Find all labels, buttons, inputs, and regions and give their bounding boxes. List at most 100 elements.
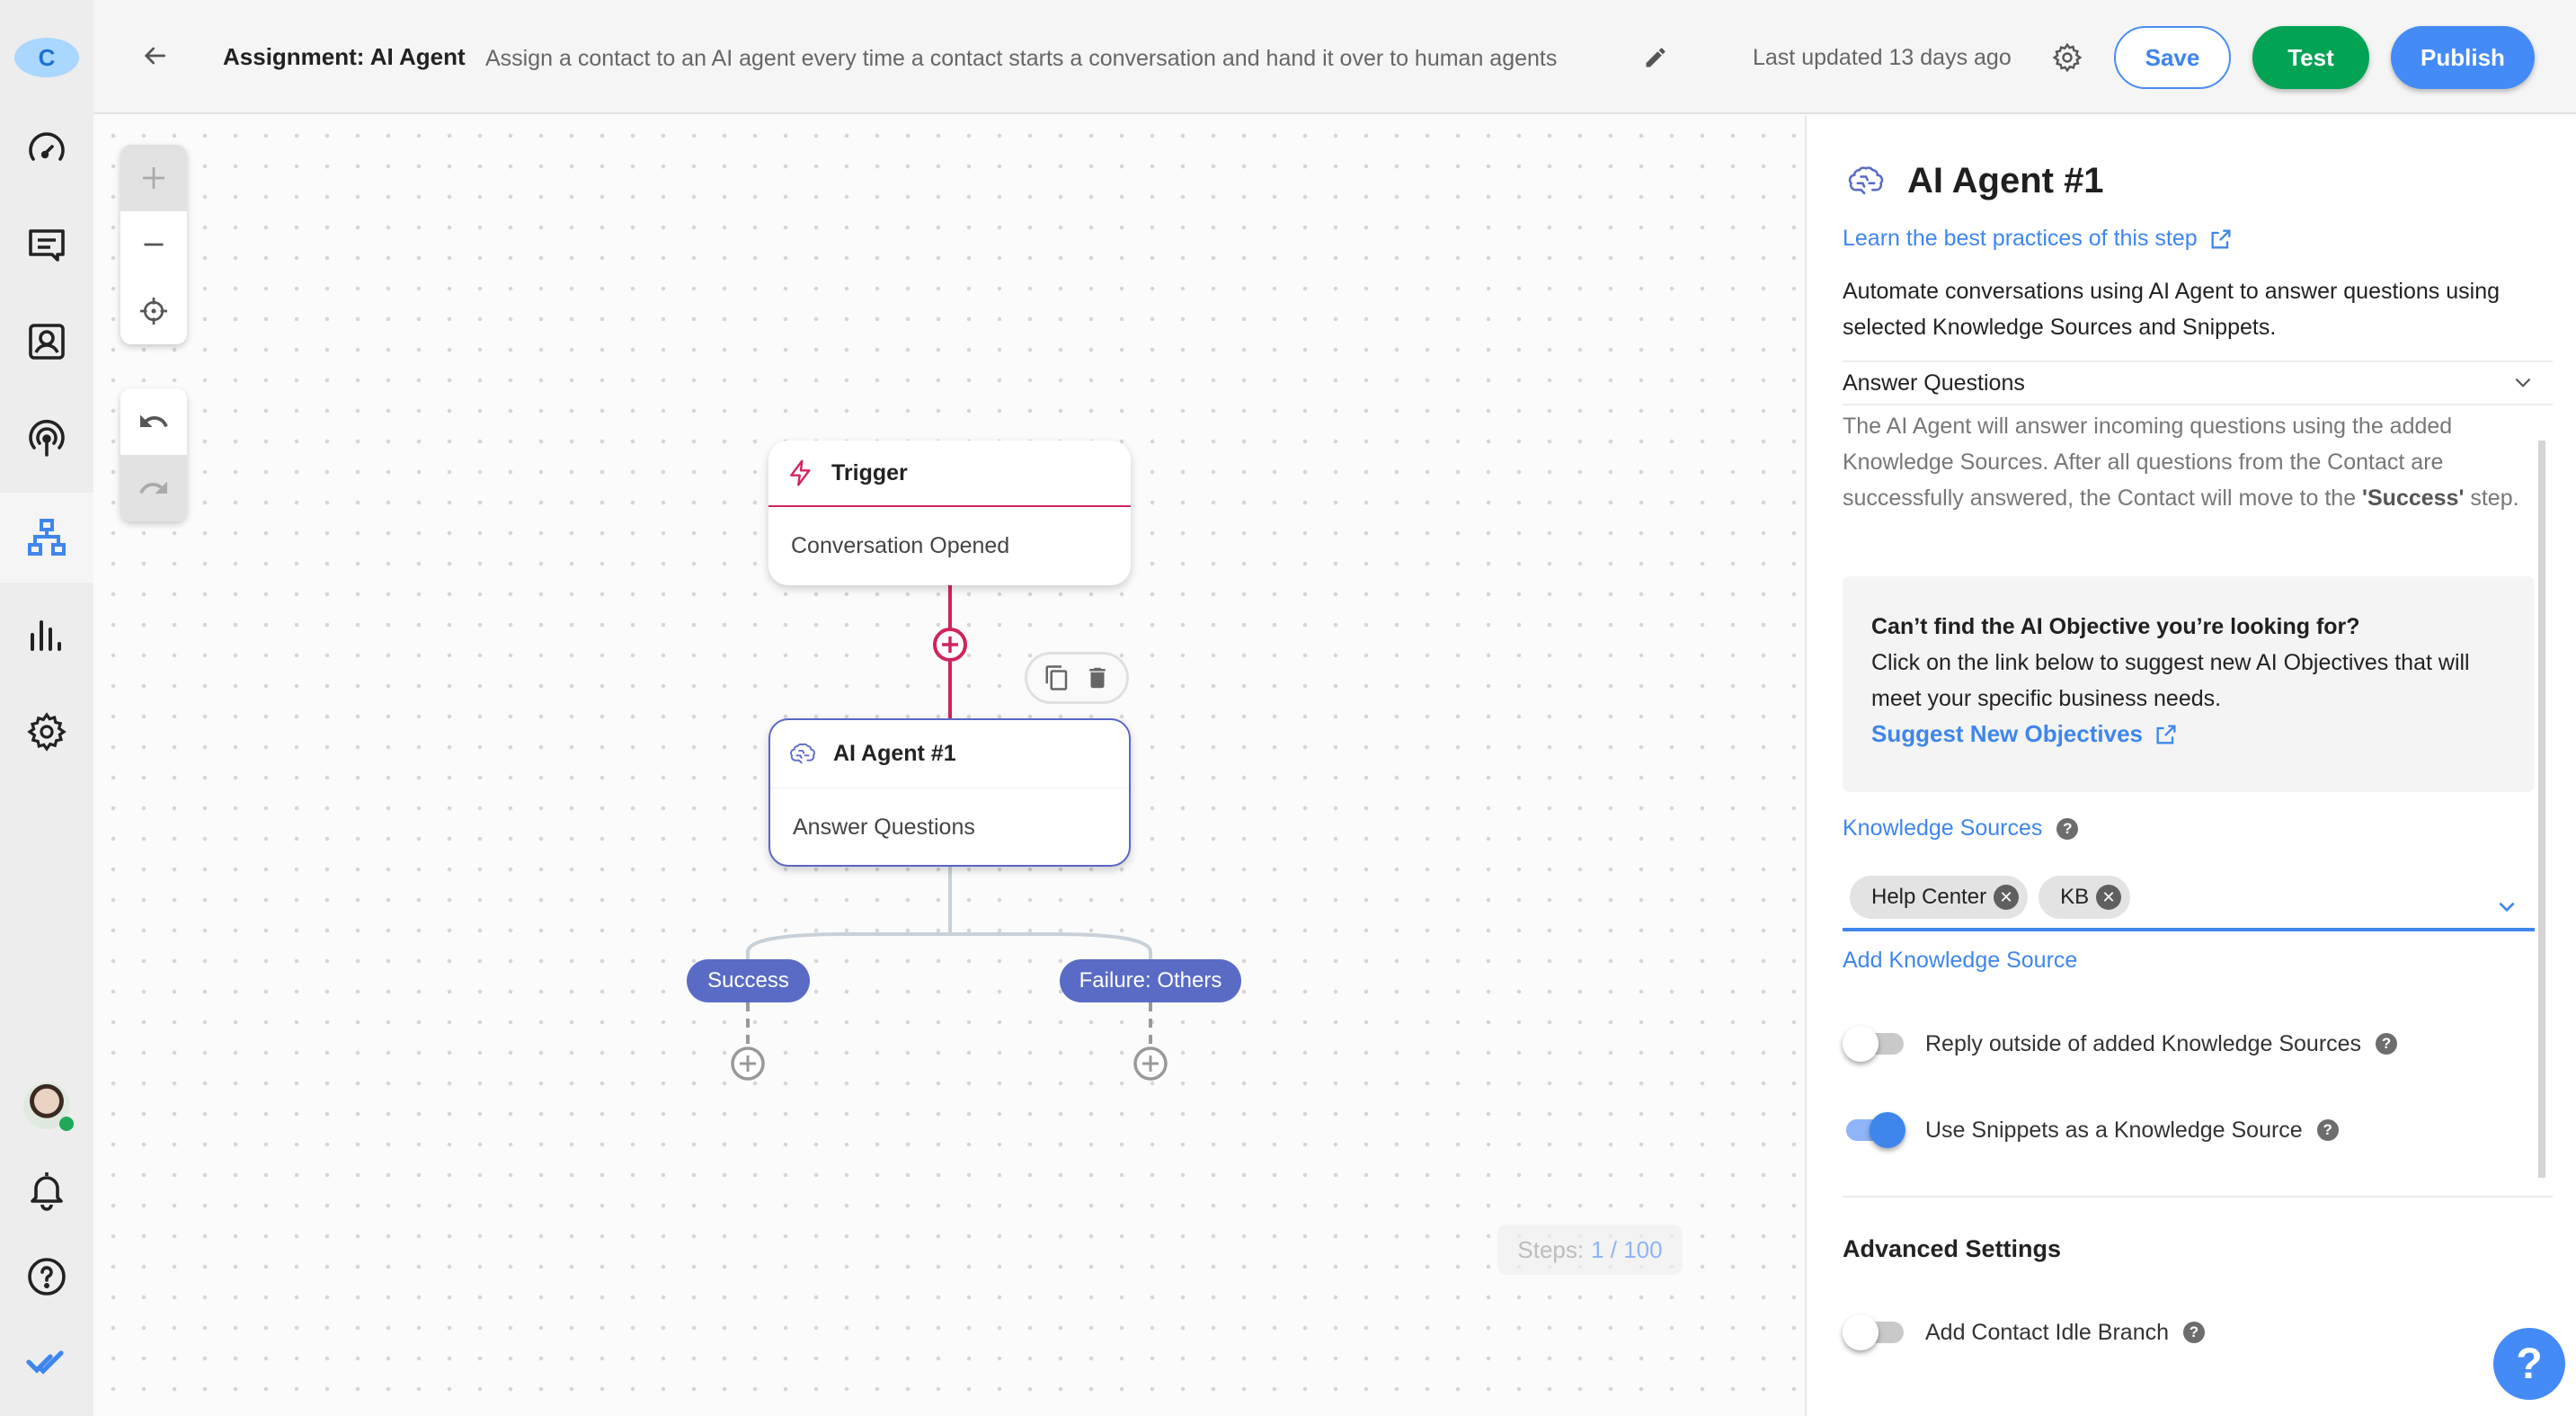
sidebar-item-workflows[interactable] (0, 493, 93, 583)
panel-description: Automate conversations using AI Agent to… (1843, 279, 2500, 340)
chevron-down-icon[interactable] (2495, 895, 2518, 919)
reply-outside-toggle-row: Reply outside of added Knowledge Sources… (1843, 1026, 2398, 1062)
sidebar-item-contacts[interactable] (0, 297, 93, 387)
online-status-indicator (59, 1117, 74, 1131)
help-fab-button[interactable]: ? (2493, 1328, 2565, 1400)
suggest-link-label: Suggest New Objectives (1871, 720, 2143, 747)
sidebar-item-broadcasts[interactable] (0, 394, 93, 484)
objective-desc-text: The AI Agent will answer incoming questi… (1843, 414, 2453, 511)
steps-label: Steps: (1517, 1235, 1585, 1263)
header: Assignment: AI Agent Assign a contact to… (93, 0, 2576, 114)
sidebar-item-reports[interactable] (0, 590, 93, 680)
brand-logo (0, 1317, 93, 1407)
external-link-icon (2211, 229, 2231, 248)
workflow-icon (28, 519, 66, 556)
knowledge-sources-select[interactable]: Help Center ✕ KB ✕ (1843, 867, 2535, 931)
ai-agent-node-body: Answer Questions (793, 814, 975, 840)
use-snippets-toggle-row: Use Snippets as a Knowledge Source ? (1843, 1112, 2339, 1148)
add-step-button[interactable] (932, 627, 968, 663)
gear-icon (27, 712, 67, 752)
help-tooltip-icon[interactable]: ? (2183, 1322, 2205, 1343)
gear-icon (2052, 42, 2083, 73)
objective-desc-end: step. (2464, 485, 2519, 511)
help-tooltip-icon[interactable]: ? (2316, 1119, 2339, 1141)
user-menu[interactable] (0, 1061, 93, 1151)
test-button[interactable]: Test (2252, 26, 2369, 89)
sidebar-item-inbox[interactable] (0, 200, 93, 290)
idle-branch-label: Add Contact Idle Branch (1925, 1319, 2169, 1345)
objective-dropdown[interactable]: Answer Questions (1843, 361, 2553, 405)
knowledge-source-chip: Help Center ✕ (1850, 876, 2029, 919)
divider (1843, 1196, 2553, 1198)
sidebar-item-help[interactable] (0, 1232, 93, 1322)
steps-counter: Steps: 1 / 100 (1497, 1225, 1683, 1275)
trash-icon[interactable] (1084, 664, 1111, 691)
org-switcher[interactable]: C (0, 13, 93, 102)
knowledge-source-chip: KB ✕ (2039, 876, 2131, 919)
add-step-failure-button[interactable] (1133, 1046, 1168, 1082)
sidebar-item-dashboard[interactable] (0, 105, 93, 195)
use-snippets-label: Use Snippets as a Knowledge Source (1925, 1117, 2303, 1143)
double-check-icon (26, 1350, 64, 1375)
pencil-icon (1646, 48, 1666, 67)
add-step-success-button[interactable] (730, 1046, 766, 1082)
remove-chip-icon[interactable]: ✕ (2096, 885, 2122, 910)
workflow-canvas[interactable]: Trigger Conversation Opened AI Agent #1 … (93, 116, 1805, 1416)
idle-branch-toggle-row: Add Contact Idle Branch ? (1843, 1314, 2205, 1350)
arrow-left-icon (144, 47, 165, 65)
workflow-settings-button[interactable] (2047, 38, 2087, 77)
bar-chart-icon (31, 620, 61, 651)
brain-icon (1848, 165, 1884, 194)
ai-agent-node[interactable]: AI Agent #1 Answer Questions (768, 718, 1131, 867)
objective-description: The AI Agent will answer incoming questi… (1843, 408, 2526, 516)
objective-desc-bold: 'Success' (2362, 485, 2465, 511)
knowledge-sources-label: Knowledge Sources ? (1843, 815, 2079, 842)
page-description: Assign a contact to an AI agent every ti… (485, 46, 1558, 71)
steps-value: 1 / 100 (1591, 1235, 1663, 1263)
external-link-icon (2156, 725, 2176, 744)
sidebar: C (0, 0, 93, 1416)
back-button[interactable] (135, 36, 174, 76)
reply-outside-label: Reply outside of added Knowledge Sources (1925, 1030, 2362, 1056)
remove-chip-icon[interactable]: ✕ (1994, 885, 2020, 910)
trigger-node-body: Conversation Opened (791, 532, 1010, 558)
user-avatar (23, 1082, 74, 1131)
broadcast-icon (29, 419, 65, 457)
brain-icon (790, 743, 815, 763)
edit-title-button[interactable] (1638, 40, 1674, 76)
suggest-objectives-box: Can’t find the AI Objective you’re looki… (1843, 576, 2535, 792)
use-snippets-toggle[interactable] (1843, 1112, 1905, 1148)
objective-selected-value: Answer Questions (1843, 370, 2025, 396)
save-button[interactable]: Save (2114, 26, 2231, 89)
message-icon (29, 229, 65, 262)
success-branch-label[interactable]: Success (687, 959, 810, 1002)
suggest-title: Can’t find the AI Objective you’re looki… (1871, 614, 2360, 639)
trigger-node[interactable]: Trigger Conversation Opened (768, 441, 1131, 585)
publish-button[interactable]: Publish (2391, 26, 2535, 89)
org-avatar: C (14, 38, 79, 77)
node-toolbar (1025, 652, 1129, 704)
knowledge-sources-label-text: Knowledge Sources (1843, 815, 2043, 841)
advanced-settings-title: Advanced Settings (1843, 1235, 2062, 1262)
help-tooltip-icon[interactable]: ? (2056, 817, 2079, 840)
chevron-down-icon (2515, 378, 2531, 387)
suggest-new-objectives-link[interactable]: Suggest New Objectives (1871, 720, 2506, 748)
idle-branch-toggle[interactable] (1843, 1314, 1905, 1350)
suggest-text: Click on the link below to suggest new A… (1871, 650, 2470, 711)
reply-outside-toggle[interactable] (1843, 1026, 1905, 1062)
page-title: Assignment: AI Agent (223, 43, 466, 70)
learn-best-practices-link[interactable]: Learn the best practices of this step (1843, 226, 2234, 252)
help-tooltip-icon[interactable]: ? (2376, 1033, 2398, 1055)
sidebar-item-notifications[interactable] (0, 1145, 93, 1235)
contact-icon (29, 324, 65, 360)
sidebar-item-settings[interactable] (0, 687, 93, 777)
chip-label: Help Center (1871, 885, 1987, 909)
branch-connector (746, 867, 1152, 959)
copy-icon[interactable] (1044, 664, 1070, 691)
add-knowledge-source-link[interactable]: Add Knowledge Source (1843, 948, 2077, 974)
speedometer-icon (29, 132, 65, 161)
last-updated-text: Last updated 13 days ago (1753, 45, 2012, 70)
panel-scrollbar[interactable] (2538, 441, 2545, 1178)
failure-branch-label[interactable]: Failure: Others (1060, 959, 1241, 1002)
trigger-node-title: Trigger (831, 459, 908, 485)
